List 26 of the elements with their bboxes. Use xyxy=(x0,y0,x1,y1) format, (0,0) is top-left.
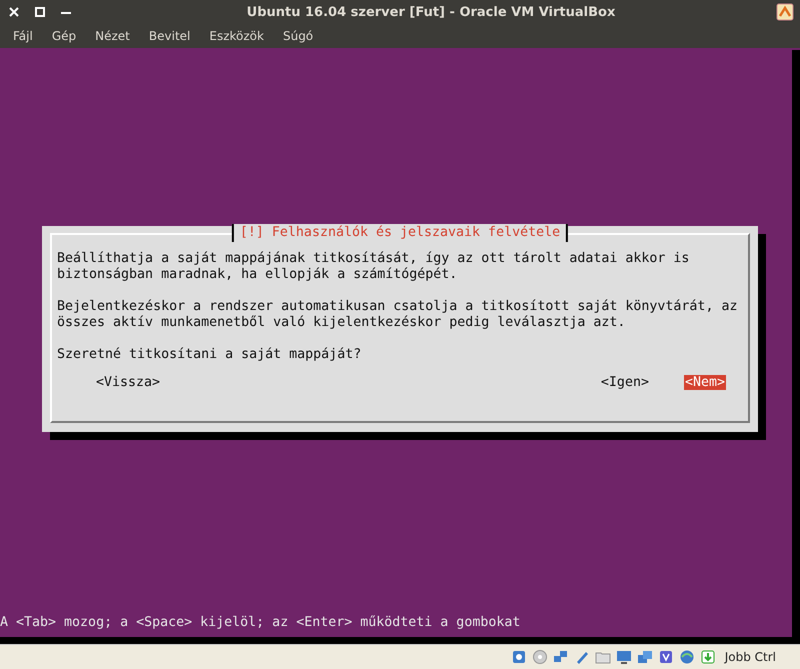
optical-disc-icon[interactable] xyxy=(532,649,548,665)
capture-icon[interactable] xyxy=(658,649,674,665)
menu-item[interactable]: Nézet xyxy=(87,29,138,43)
dialog-text: Beállíthatja a saját mappájának titkosítását, így az ott tárolt adatai akkor is biztonságban maradnak, ha ellopják a számítógépét. xyxy=(57,251,690,283)
dialog-button[interactable]: <Nem> xyxy=(684,375,726,390)
window-title: Ubuntu 16.04 szerver [Fut] - Oracle VM VirtualBox xyxy=(246,4,616,20)
app-icon xyxy=(776,3,794,21)
dialog-text: Bejelentkezéskor a rendszer automatikusan csatolja a titkosított saját könyvtárát, az összes aktív munkamenetből való kijelentkezéskor pedig leválasztja azt. xyxy=(57,299,738,331)
menu-item[interactable]: Fájl xyxy=(5,29,41,43)
dialog-title: [!] Felhasználók és jelszavaik felvétele xyxy=(232,224,568,242)
menu-item[interactable]: Gép xyxy=(44,29,84,43)
dialog-button[interactable]: <Vissza> xyxy=(95,375,162,390)
menu-item[interactable]: Eszközök xyxy=(201,29,272,43)
close-icon[interactable] xyxy=(8,6,20,18)
network-icon[interactable] xyxy=(552,649,569,665)
host-key-label: Jobb Ctrl xyxy=(724,650,776,664)
display-icon[interactable] xyxy=(616,649,632,665)
dialog-button[interactable]: <Igen> xyxy=(600,375,650,390)
dialog-text: Szeretné titkosítani a saját mappáját? xyxy=(57,347,362,363)
menu-item[interactable]: Bevitel xyxy=(140,29,198,43)
download-icon[interactable] xyxy=(700,649,716,665)
maximize-icon[interactable] xyxy=(34,6,46,18)
screens-icon[interactable] xyxy=(636,649,653,665)
menu-item[interactable]: Súgó xyxy=(274,29,322,43)
globe-icon[interactable] xyxy=(678,649,695,665)
console-hint: A <Tab> mozog; a <Space> kijelöl; az <Enter> működteti a gombokat xyxy=(0,615,522,631)
